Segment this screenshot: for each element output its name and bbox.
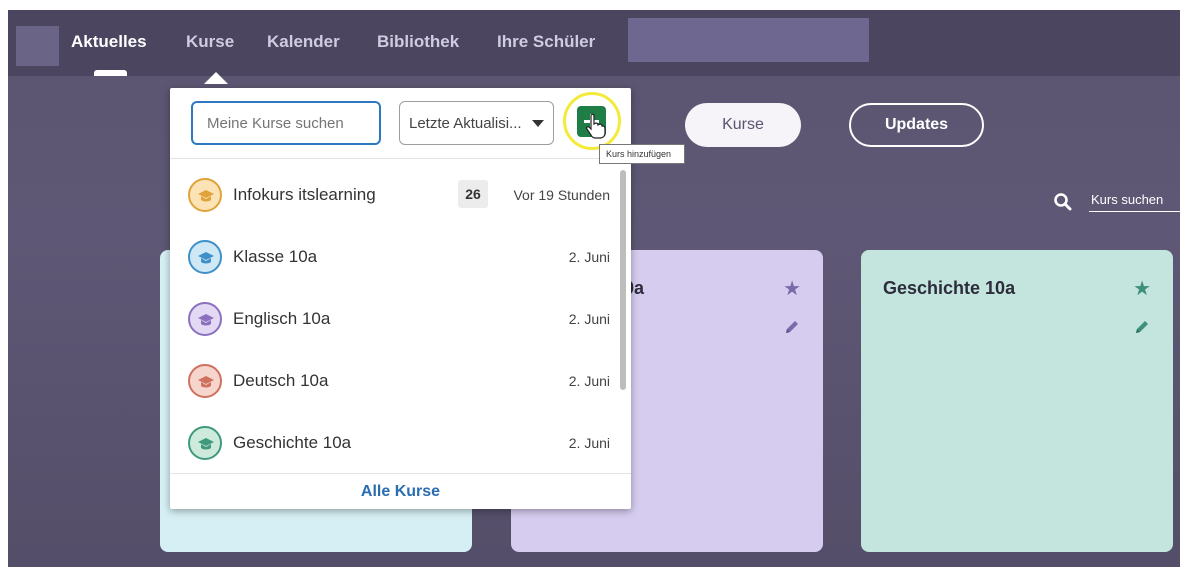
divider	[170, 158, 631, 159]
course-card-title: Geschichte 10a	[883, 278, 1016, 298]
course-name: Deutsch 10a	[233, 371, 329, 390]
course-card[interactable]: Geschichte 10a ★	[861, 250, 1173, 552]
hand-cursor-icon	[586, 113, 606, 139]
chevron-down-icon	[532, 120, 544, 127]
add-course-tooltip: Kurs hinzufügen	[599, 144, 685, 164]
top-navigation: Aktuelles Kurse Kalender Bibliothek Ihre…	[8, 10, 1180, 76]
nav-item-kurse[interactable]: Kurse	[186, 32, 234, 52]
course-search-label: Kurs suchen	[1091, 192, 1164, 207]
list-item[interactable]: Klasse 10a 2. Juni	[170, 228, 622, 290]
graduation-cap-icon	[188, 302, 222, 336]
dropdown-caret	[204, 72, 228, 84]
nav-item-aktuelles[interactable]: Aktuelles	[71, 32, 147, 52]
nav-item-bibliothek[interactable]: Bibliothek	[377, 32, 459, 52]
app-window: Aktuelles Kurse Kalender Bibliothek Ihre…	[8, 10, 1180, 567]
all-courses-link[interactable]: Alle Kurse	[170, 483, 631, 501]
logo[interactable]	[16, 26, 59, 66]
list-item[interactable]: Infokurs itslearning 26 Vor 19 Stunden	[170, 166, 622, 228]
course-name: Englisch 10a	[233, 309, 331, 328]
nav-placeholder-box[interactable]	[628, 18, 869, 62]
course-updated: 2. Juni	[568, 311, 610, 327]
scrollbar[interactable]	[620, 170, 626, 390]
nav-item-ihre-schueler[interactable]: Ihre Schüler	[497, 32, 595, 52]
list-item[interactable]: Deutsch 10a 2. Juni	[170, 352, 622, 414]
pencil-icon[interactable]	[783, 318, 801, 336]
course-search-underline	[1089, 211, 1180, 212]
kurse-filter-button[interactable]: Kurse	[685, 103, 801, 147]
graduation-cap-icon	[188, 240, 222, 274]
courses-dropdown: Letzte Aktualisi... Kurs hinzufügen Info…	[170, 88, 685, 509]
star-icon[interactable]: ★	[1133, 276, 1151, 301]
updates-filter-button[interactable]: Updates	[849, 103, 984, 147]
update-count-badge: 26	[458, 180, 488, 208]
list-item[interactable]: Geschichte 10a 2. Juni	[170, 414, 622, 476]
course-name: Klasse 10a	[233, 247, 318, 266]
course-updated: 2. Juni	[568, 373, 610, 389]
divider	[170, 473, 631, 474]
nav-item-kalender[interactable]: Kalender	[267, 32, 340, 52]
graduation-cap-icon	[188, 178, 222, 212]
course-list: Infokurs itslearning 26 Vor 19 Stunden K…	[170, 166, 622, 476]
course-name: Infokurs itslearning	[233, 185, 376, 204]
pencil-icon[interactable]	[1133, 318, 1151, 336]
course-updated: 2. Juni	[568, 435, 610, 451]
active-tab-indicator	[94, 70, 127, 76]
graduation-cap-icon	[188, 426, 222, 460]
course-search-input[interactable]	[191, 101, 381, 145]
course-updated: 2. Juni	[568, 249, 610, 265]
sort-select-value: Letzte Aktualisi...	[409, 114, 522, 132]
graduation-cap-icon	[188, 364, 222, 398]
list-item[interactable]: Englisch 10a 2. Juni	[170, 290, 622, 352]
course-updated: Vor 19 Stunden	[513, 187, 610, 203]
star-icon[interactable]: ★	[783, 276, 801, 301]
sort-select[interactable]: Letzte Aktualisi...	[399, 101, 554, 145]
course-name: Geschichte 10a	[233, 433, 352, 452]
search-icon	[1054, 193, 1072, 211]
